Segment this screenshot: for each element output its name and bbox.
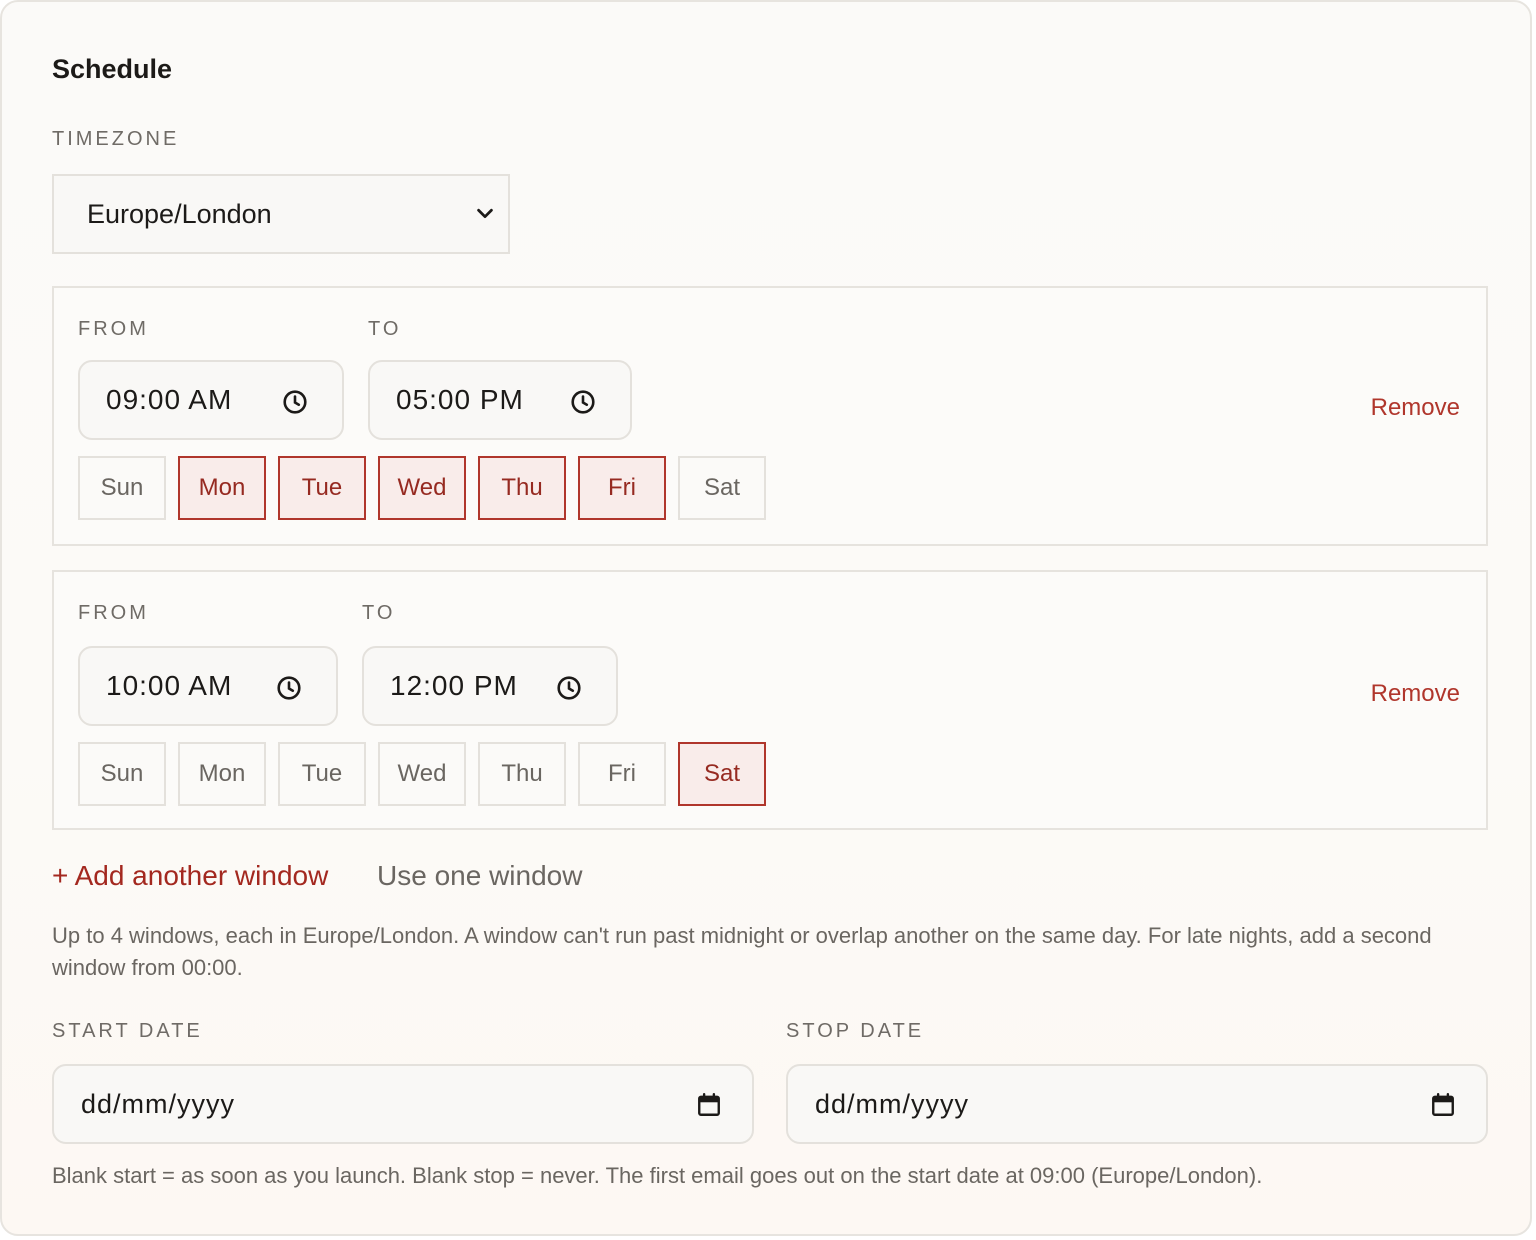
calendar-icon[interactable]: [696, 1092, 722, 1118]
from-time-value: 10:00 AM: [106, 670, 233, 701]
day-toggle-sat[interactable]: Sat: [678, 742, 766, 806]
from-label: FROM: [78, 318, 149, 340]
day-toggle-fri[interactable]: Fri: [578, 742, 666, 806]
day-toggle-sat[interactable]: Sat: [678, 456, 766, 520]
clock-icon[interactable]: [556, 675, 582, 701]
timezone-value: Europe/London: [87, 198, 272, 229]
calendar-icon[interactable]: [1430, 1092, 1456, 1118]
schedule-window: FROM TO 10:00 AM 12:00 PM Remove Sun Mon…: [52, 570, 1488, 830]
clock-icon[interactable]: [276, 675, 302, 701]
to-label: TO: [362, 602, 396, 624]
chevron-down-icon: [477, 208, 493, 219]
section-title: Schedule: [52, 54, 173, 84]
from-time-value: 09:00 AM: [106, 384, 233, 415]
use-one-window-button[interactable]: Use one window: [377, 860, 582, 892]
clock-icon[interactable]: [570, 389, 596, 415]
to-time-input[interactable]: 05:00 PM: [368, 360, 632, 440]
day-toggle-tue[interactable]: Tue: [278, 456, 366, 520]
day-toggle-tue[interactable]: Tue: [278, 742, 366, 806]
timezone-label: TIMEZONE: [52, 128, 180, 150]
to-label: TO: [368, 318, 402, 340]
day-selector: Sun Mon Tue Wed Thu Fri Sat: [78, 456, 766, 520]
day-toggle-fri[interactable]: Fri: [578, 456, 666, 520]
day-toggle-sun[interactable]: Sun: [78, 742, 166, 806]
day-toggle-wed[interactable]: Wed: [378, 456, 466, 520]
dates-help-text: Blank start = as soon as you launch. Bla…: [52, 1163, 1263, 1188]
stop-date-value: dd/mm/yyyy: [815, 1088, 970, 1119]
to-time-input[interactable]: 12:00 PM: [362, 646, 618, 726]
windows-help-text: Up to 4 windows, each in Europe/London. …: [52, 923, 1432, 980]
day-toggle-mon[interactable]: Mon: [178, 456, 266, 520]
day-selector: Sun Mon Tue Wed Thu Fri Sat: [78, 742, 766, 806]
from-time-input[interactable]: 10:00 AM: [78, 646, 338, 726]
timezone-select[interactable]: Europe/London: [52, 174, 510, 254]
add-window-button[interactable]: + Add another window: [52, 860, 328, 892]
day-toggle-wed[interactable]: Wed: [378, 742, 466, 806]
clock-icon[interactable]: [282, 389, 308, 415]
day-toggle-sun[interactable]: Sun: [78, 456, 166, 520]
day-toggle-thu[interactable]: Thu: [478, 742, 566, 806]
day-toggle-thu[interactable]: Thu: [478, 456, 566, 520]
start-date-label: START DATE: [52, 1020, 203, 1042]
schedule-window: FROM TO 09:00 AM 05:00 PM Remove Sun Mon…: [52, 286, 1488, 546]
stop-date-label: STOP DATE: [786, 1020, 925, 1042]
remove-window-button[interactable]: Remove: [1371, 394, 1460, 422]
start-date-input[interactable]: dd/mm/yyyy: [52, 1064, 754, 1144]
remove-window-button[interactable]: Remove: [1371, 680, 1460, 708]
from-label: FROM: [78, 602, 149, 624]
to-time-value: 12:00 PM: [390, 670, 518, 701]
day-toggle-mon[interactable]: Mon: [178, 742, 266, 806]
to-time-value: 05:00 PM: [396, 384, 524, 415]
schedule-card: Schedule TIMEZONE Europe/London FROM TO …: [0, 0, 1532, 1236]
stop-date-input[interactable]: dd/mm/yyyy: [786, 1064, 1488, 1144]
from-time-input[interactable]: 09:00 AM: [78, 360, 344, 440]
start-date-value: dd/mm/yyyy: [81, 1088, 236, 1119]
